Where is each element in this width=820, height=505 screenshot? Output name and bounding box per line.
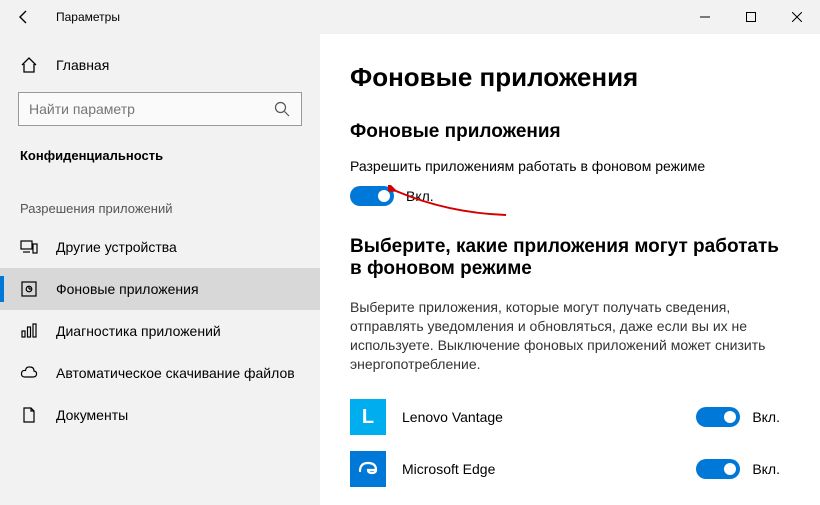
app-icon-edge [350, 451, 386, 487]
sidebar-item-app-diagnostics[interactable]: Диагностика приложений [0, 310, 320, 352]
app-toggle-label: Вкл. [752, 409, 780, 425]
app-row-lenovo: L Lenovo Vantage Вкл. [350, 391, 790, 443]
diagnostics-icon [20, 322, 38, 340]
search-icon [273, 100, 291, 118]
sidebar-item-label: Фоновые приложения [56, 281, 199, 297]
sidebar-category: Конфиденциальность [0, 140, 320, 179]
sidebar-item-label: Другие устройства [56, 239, 177, 255]
app-row-edge: Microsoft Edge Вкл. [350, 443, 790, 495]
sidebar-subhead: Разрешения приложений [0, 179, 320, 226]
app-name: Lenovo Vantage [402, 409, 696, 425]
back-button[interactable] [0, 0, 48, 34]
content-area: Фоновые приложения Фоновые приложения Ра… [320, 34, 820, 505]
minimize-button[interactable] [682, 0, 728, 34]
app-toggle-label: Вкл. [752, 461, 780, 477]
section-heading: Выберите, какие приложения могут работат… [350, 236, 790, 280]
home-icon [20, 56, 38, 74]
background-apps-icon [20, 280, 38, 298]
master-toggle[interactable] [350, 186, 394, 206]
close-button[interactable] [774, 0, 820, 34]
sidebar-item-documents[interactable]: Документы [0, 394, 320, 436]
app-toggle-lenovo[interactable] [696, 407, 740, 427]
section-heading: Фоновые приложения [350, 121, 790, 143]
cloud-icon [20, 364, 38, 382]
page-title: Фоновые приложения [350, 62, 790, 93]
document-icon [20, 406, 38, 424]
master-toggle-row: Вкл. [350, 186, 790, 206]
sidebar-item-other-devices[interactable]: Другие устройства [0, 226, 320, 268]
section-description: Выберите приложения, которые могут получ… [350, 298, 770, 374]
sidebar-item-label: Автоматическое скачивание файлов [56, 365, 295, 381]
sidebar-item-label: Документы [56, 407, 128, 423]
window-title: Параметры [56, 10, 120, 24]
section-description: Разрешить приложениям работать в фоновом… [350, 157, 790, 176]
home-label: Главная [56, 57, 109, 73]
sidebar-home[interactable]: Главная [0, 46, 320, 84]
app-icon-lenovo: L [350, 399, 386, 435]
devices-icon [20, 238, 38, 256]
app-name: Microsoft Edge [402, 461, 696, 477]
sidebar-item-label: Диагностика приложений [56, 323, 221, 339]
maximize-button[interactable] [728, 0, 774, 34]
sidebar-item-background-apps[interactable]: Фоновые приложения [0, 268, 320, 310]
app-toggle-edge[interactable] [696, 459, 740, 479]
sidebar: Главная Конфиденциальность Разрешения пр… [0, 34, 320, 505]
search-box[interactable] [18, 92, 302, 126]
search-input[interactable] [29, 101, 273, 117]
master-toggle-label: Вкл. [406, 188, 434, 204]
sidebar-item-auto-download[interactable]: Автоматическое скачивание файлов [0, 352, 320, 394]
titlebar: Параметры [0, 0, 820, 34]
window-controls [682, 0, 820, 34]
